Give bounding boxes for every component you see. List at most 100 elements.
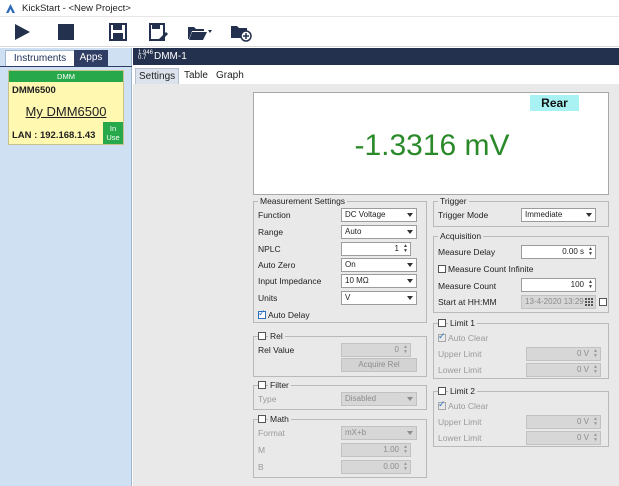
- tab-divider: [0, 66, 132, 67]
- instrument-card[interactable]: DMM DMM6500 My DMM6500 LAN : 192.168.1.4…: [8, 70, 124, 145]
- trigger-mode-label: Trigger Mode: [438, 210, 489, 220]
- resolution-icon: 1.946 0.7: [138, 50, 154, 61]
- auto-zero-label: Auto Zero: [258, 260, 296, 270]
- measure-delay-stepper[interactable]: 0.00 s ▲ ▼: [521, 245, 596, 259]
- auto-zero-select[interactable]: On: [341, 258, 417, 272]
- limit2-lower-field[interactable]: 0 V ▲ ▼: [526, 431, 601, 445]
- limit2-auto-clear-label: Auto Clear: [448, 401, 489, 411]
- nplc-label: NPLC: [258, 244, 281, 254]
- measure-delay-label: Measure Delay: [438, 247, 496, 257]
- measure-count-stepper[interactable]: 100 ▲ ▼: [521, 278, 596, 292]
- limit2-checkbox[interactable]: [438, 387, 446, 395]
- spinner-arrows-icon: ▲ ▼: [403, 243, 408, 254]
- spinner-arrows-icon: ▲ ▼: [593, 348, 598, 359]
- measure-count-infinite-label: Measure Count Infinite: [448, 264, 534, 274]
- save-icon: [109, 23, 127, 41]
- tab-graph[interactable]: Graph: [213, 68, 247, 83]
- limit1-checkbox[interactable]: [438, 319, 446, 327]
- instrument-tab-label: DMM-1: [154, 51, 187, 62]
- terminal-indicator: Rear: [530, 95, 579, 111]
- chevron-down-icon: [407, 230, 413, 234]
- range-select[interactable]: Auto: [341, 225, 417, 239]
- math-b-field[interactable]: 0.00 ▲ ▼: [341, 460, 411, 474]
- stop-button[interactable]: [53, 20, 79, 44]
- spinner-arrows-icon: ▲ ▼: [588, 279, 593, 290]
- limit2-upper-label: Upper Limit: [438, 417, 482, 427]
- new-folder-button[interactable]: [228, 20, 254, 44]
- spinner-arrows-icon: ▲ ▼: [593, 416, 598, 427]
- limit1-lower-field[interactable]: 0 V ▲ ▼: [526, 363, 601, 377]
- math-format-label: Format: [258, 428, 285, 438]
- start-time-field[interactable]: 13-4-2020 13:29: [521, 295, 596, 309]
- sub-tab-bar: Settings Table Graph: [133, 66, 619, 85]
- limit1-upper-field[interactable]: 0 V ▲ ▼: [526, 347, 601, 361]
- function-select[interactable]: DC Voltage: [341, 208, 417, 222]
- tab-instruments[interactable]: Instruments: [5, 50, 75, 67]
- limit1-title: Limit 1: [448, 318, 478, 328]
- rel-title: Rel: [268, 331, 285, 341]
- in-use-line-2: Use: [106, 133, 120, 142]
- rel-checkbox[interactable]: [258, 332, 266, 340]
- save-as-button[interactable]: [145, 20, 171, 44]
- rel-value-field[interactable]: 0 ▲ ▼: [341, 343, 411, 357]
- tab-apps[interactable]: Apps: [74, 50, 108, 66]
- limit2-upper-field[interactable]: 0 V ▲ ▼: [526, 415, 601, 429]
- filter-checkbox[interactable]: [258, 381, 266, 389]
- math-m-label: M: [258, 445, 266, 455]
- filter-type-select[interactable]: Disabled: [341, 392, 417, 406]
- rel-value-label: Rel Value: [258, 345, 295, 355]
- instrument-tab[interactable]: 1.946 0.7 DMM-1: [133, 48, 619, 65]
- chevron-down-icon: [407, 296, 413, 300]
- filter-type-label: Type: [258, 394, 277, 404]
- add-folder-icon: [231, 26, 252, 42]
- math-b-label: B: [258, 462, 264, 472]
- nplc-stepper[interactable]: 1 ▲ ▼: [341, 242, 411, 256]
- title-bar: KickStart - <New Project>: [0, 0, 619, 17]
- function-label: Function: [258, 210, 291, 220]
- limit1-auto-clear-label: Auto Clear: [448, 333, 489, 343]
- start-time-checkbox[interactable]: [599, 298, 607, 306]
- save-button[interactable]: [105, 20, 131, 44]
- measure-count-infinite-checkbox[interactable]: [438, 265, 446, 273]
- limit1-lower-label: Lower Limit: [438, 365, 482, 375]
- math-format-select[interactable]: mX+b: [341, 426, 417, 440]
- instrument-nickname: My DMM6500: [25, 104, 107, 119]
- spinner-arrows-icon: ▲ ▼: [588, 246, 593, 257]
- range-label: Range: [258, 227, 284, 237]
- tab-table[interactable]: Table: [181, 68, 211, 83]
- chevron-down-icon: [407, 397, 413, 401]
- limit2-lower-label: Lower Limit: [438, 433, 482, 443]
- calendar-icon: [585, 298, 593, 306]
- group-title: Acquisition: [438, 230, 484, 242]
- acquire-rel-button[interactable]: Acquire Rel: [341, 358, 417, 372]
- chevron-down-icon: [586, 213, 592, 217]
- run-button[interactable]: [9, 20, 35, 44]
- units-select[interactable]: V: [341, 291, 417, 305]
- spinner-arrows-icon: ▲ ▼: [403, 461, 408, 472]
- instrument-model: DMM6500: [12, 85, 56, 96]
- math-m-field[interactable]: 1.00 ▲ ▼: [341, 443, 411, 457]
- input-impedance-select[interactable]: 10 MΩ: [341, 274, 417, 288]
- limit1-auto-clear-checkbox[interactable]: [438, 331, 446, 342]
- play-icon: [15, 24, 30, 40]
- spinner-arrows-icon: ▲ ▼: [593, 432, 598, 443]
- measure-count-label: Measure Count: [438, 281, 497, 291]
- in-use-line-1: In: [109, 124, 117, 133]
- app-logo-icon: [6, 4, 15, 13]
- reading-display: Rear -1.3316 mV: [253, 92, 609, 195]
- tab-settings[interactable]: Settings: [135, 68, 180, 85]
- units-label: Units: [258, 293, 278, 303]
- limit2-auto-clear-checkbox[interactable]: [438, 399, 446, 410]
- chevron-down-icon: [407, 279, 413, 283]
- group-title: Trigger: [438, 195, 469, 207]
- open-button[interactable]: [185, 20, 215, 44]
- open-folder-icon: [188, 27, 212, 40]
- save-as-icon: [149, 23, 168, 41]
- measurement-reading: -1.3316 mV: [354, 129, 510, 162]
- limit1-upper-label: Upper Limit: [438, 349, 482, 359]
- auto-delay-checkbox[interactable]: [258, 308, 266, 319]
- math-checkbox[interactable]: [258, 415, 266, 423]
- trigger-mode-select[interactable]: Immediate: [521, 208, 596, 222]
- instrument-address: LAN : 192.168.1.43: [12, 130, 96, 141]
- stop-icon: [58, 24, 74, 40]
